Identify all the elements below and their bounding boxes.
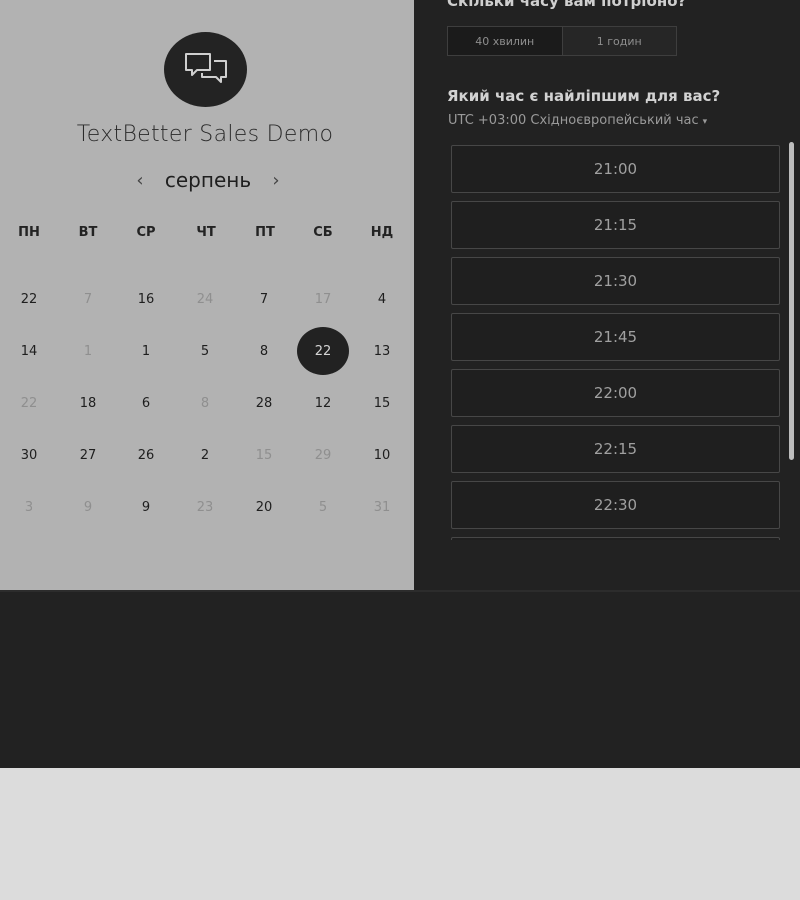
- calendar-day[interactable]: 30: [3, 431, 55, 479]
- timezone-selector[interactable]: UTC +03:00 Східноєвропейський час ▾: [448, 113, 707, 128]
- calendar-day[interactable]: 22: [3, 379, 55, 427]
- calendar-day[interactable]: 22: [3, 275, 55, 323]
- prev-month-button[interactable]: ‹: [128, 170, 152, 191]
- duration-option-1h[interactable]: 1 годин: [561, 27, 677, 55]
- calendar-day[interactable]: 1: [120, 327, 172, 375]
- calendar-day[interactable]: 9: [120, 483, 172, 531]
- calendar-day[interactable]: 15: [356, 379, 408, 427]
- time-slot[interactable]: [451, 537, 780, 540]
- weekday-label: ПН: [18, 225, 40, 240]
- page-title: TextBetter Sales Demo: [76, 122, 334, 147]
- scrollbar[interactable]: [789, 142, 794, 460]
- month-navigation: ‹ серпень ›: [128, 165, 288, 195]
- calendar-day[interactable]: 14: [3, 327, 55, 375]
- weekday-label: СР: [136, 225, 156, 240]
- footer-band: [0, 590, 800, 768]
- calendar-day[interactable]: 7: [238, 275, 290, 323]
- month-label: серпень: [164, 168, 252, 192]
- calendar-day[interactable]: 15: [238, 431, 290, 479]
- calendar-day[interactable]: 3: [3, 483, 55, 531]
- time-slot[interactable]: 22:30: [451, 481, 780, 529]
- next-month-button[interactable]: ›: [264, 170, 288, 191]
- logo: [164, 32, 247, 107]
- calendar-day[interactable]: 1: [62, 327, 114, 375]
- calendar-day[interactable]: 9: [62, 483, 114, 531]
- time-slot[interactable]: 21:45: [451, 313, 780, 361]
- calendar-day[interactable]: 26: [120, 431, 172, 479]
- calendar-day[interactable]: 8: [179, 379, 231, 427]
- time-slot[interactable]: 22:00: [451, 369, 780, 417]
- timezone-label: UTC +03:00 Східноєвропейський час: [448, 113, 699, 128]
- duration-option-40min[interactable]: 40 хвилин: [448, 27, 562, 55]
- calendar-day[interactable]: 5: [297, 483, 349, 531]
- calendar-day[interactable]: 7: [62, 275, 114, 323]
- duration-selector: 40 хвилин 1 годин: [447, 26, 677, 56]
- calendar-day[interactable]: 8: [238, 327, 290, 375]
- weekday-label: ЧТ: [196, 225, 216, 240]
- calendar-day[interactable]: 31: [356, 483, 408, 531]
- calendar-day[interactable]: 20: [238, 483, 290, 531]
- calendar-day[interactable]: 18: [62, 379, 114, 427]
- duration-question: Скільки часу вам потрібно?: [447, 0, 687, 10]
- time-slot[interactable]: 21:15: [451, 201, 780, 249]
- calendar-day[interactable]: 13: [356, 327, 408, 375]
- calendar-day[interactable]: 10: [356, 431, 408, 479]
- time-slot-list: 21:00 21:15 21:30 21:45 22:00 22:15 22:30: [451, 144, 780, 540]
- weekday-label: СБ: [313, 225, 333, 240]
- calendar-day[interactable]: 28: [238, 379, 290, 427]
- time-selection-panel: Скільки часу вам потрібно? 40 хвилин 1 г…: [414, 0, 800, 590]
- calendar-day[interactable]: 12: [297, 379, 349, 427]
- calendar-day[interactable]: 4: [356, 275, 408, 323]
- calendar-day[interactable]: 5: [179, 327, 231, 375]
- time-question: Який час є найліпшим для вас?: [447, 87, 721, 105]
- weekday-header: ПН ВТ СР ЧТ ПТ СБ НД: [0, 225, 414, 243]
- calendar-day[interactable]: 17: [297, 275, 349, 323]
- chat-bubbles-icon: [184, 52, 227, 83]
- weekday-label: ПТ: [255, 225, 275, 240]
- calendar-panel: TextBetter Sales Demo ‹ серпень › ПН ВТ …: [0, 0, 414, 590]
- weekday-label: ВТ: [78, 225, 98, 240]
- calendar-grid: 22 7 16 24 7 17 4 14 1 1 5 8 22 13 22 18 6 8 28 12 15 30 27 26 2…: [0, 274, 414, 534]
- calendar-day[interactable]: 23: [179, 483, 231, 531]
- calendar-day[interactable]: 2: [179, 431, 231, 479]
- calendar-day-selected[interactable]: 22: [297, 327, 349, 375]
- time-slot[interactable]: 22:15: [451, 425, 780, 473]
- calendar-day[interactable]: 24: [179, 275, 231, 323]
- calendar-day[interactable]: 6: [120, 379, 172, 427]
- weekday-label: НД: [370, 225, 394, 240]
- time-slot[interactable]: 21:00: [451, 145, 780, 193]
- calendar-day[interactable]: 16: [120, 275, 172, 323]
- time-slot[interactable]: 21:30: [451, 257, 780, 305]
- calendar-day[interactable]: 29: [297, 431, 349, 479]
- page-background: [0, 768, 800, 900]
- chevron-down-icon: ▾: [702, 117, 708, 127]
- calendar-day[interactable]: 27: [62, 431, 114, 479]
